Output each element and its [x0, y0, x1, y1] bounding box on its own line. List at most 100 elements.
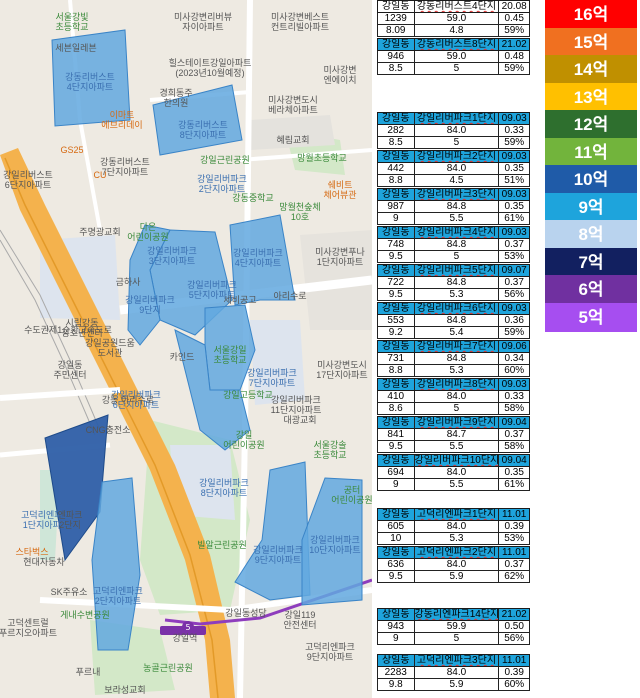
legend-item: 13억	[545, 82, 637, 112]
map-label: 강일리버파크 9단지아파트	[253, 545, 303, 565]
district-cell: 강일동	[378, 303, 415, 314]
apartment-table: 강일동 강동리버스트8단지 21.02 946 59.0 0.48 8.5 5 59%	[377, 38, 530, 75]
complex-name-cell: 강일리버파크3단지	[415, 189, 500, 200]
table-cell: 694	[378, 467, 415, 478]
district-cell: 강일동	[378, 227, 415, 238]
build-date-cell: 09.03	[501, 303, 527, 314]
apartment-table-header: 강일동 강일리버파크6단지 09.03	[377, 302, 530, 315]
district-cell: 강일동	[378, 189, 415, 200]
apartment-table-row: 9 5.5 61%	[377, 213, 530, 225]
build-date-cell: 09.03	[501, 227, 527, 238]
apartment-table-row: 410 84.0 0.33	[377, 391, 530, 403]
apartment-table-header: 상일동 강동리엔파크14단지 21.02	[377, 608, 530, 621]
map-label: 미사강변도시 베라체아파트	[268, 95, 318, 115]
table-cell: 59.0	[415, 51, 500, 62]
apartment-table-header: 강일동 강일리버파크3단지 09.03	[377, 188, 530, 201]
apartment-table-row: 8.8 5.3 60%	[377, 365, 530, 377]
table-cell: 84.0	[415, 559, 500, 570]
map-label: 고덕리엔파크 2단지아파트	[93, 586, 143, 606]
district-cell: 강일동	[378, 341, 415, 352]
map-label: 빌알근린공원	[197, 540, 247, 550]
apartment-table-row: 1239 59.0 0.45	[377, 13, 530, 25]
map-label: 다온 어린이공원	[127, 222, 169, 242]
build-date-cell: 09.04	[501, 455, 527, 466]
map-label: 강일 어린이공원	[223, 430, 265, 450]
apartment-table-header: 강일동 강일리버파크1단지 09.03	[377, 112, 530, 125]
table-cell: 987	[378, 201, 415, 212]
table-cell: 5.4	[415, 327, 500, 338]
map-label: 푸르내	[75, 667, 101, 677]
table-cell: 9.5	[378, 289, 415, 300]
table-cell: 8.6	[378, 403, 415, 414]
map-label: 강일리버파크 7단지아파트	[247, 368, 297, 388]
complex-name-cell: 고덕리엔파크2단지	[415, 547, 500, 558]
apartment-table-row: 605 84.0 0.39	[377, 521, 530, 533]
svg-text:5: 5	[185, 623, 190, 632]
apartment-table: 강일동 강일리버파크3단지 09.03 987 84.8 0.35 9 5.5 61%	[377, 188, 530, 225]
complex-name-cell: 강일리버파크10단지	[414, 455, 500, 466]
table-cell: 9	[378, 479, 415, 490]
table-cell: 442	[378, 163, 415, 174]
table-cell: 53%	[504, 251, 525, 262]
table-cell: 84.8	[415, 201, 500, 212]
table-cell: 58%	[504, 441, 525, 452]
map-label: 강일역	[172, 633, 198, 643]
map-label: 농골근린공원	[143, 663, 193, 673]
apartment-table: 강일동 강일리버파크8단지 09.03 410 84.0 0.33 8.6 5 58%	[377, 378, 530, 415]
table-cell: 84.8	[415, 277, 500, 288]
map-label: 강동리버스트 7단지아파트	[100, 157, 150, 177]
apartment-table-row: 8.5 5 59%	[377, 137, 530, 149]
table-cell: 59%	[504, 63, 525, 74]
complex-name-cell: 강일리버파크2단지	[415, 151, 500, 162]
apartment-table-row: 9.8 5.9 60%	[377, 679, 530, 691]
table-cell: 59%	[504, 137, 525, 148]
map-label: 미사강변도시 17단지아파트	[316, 360, 368, 380]
table-cell: 553	[378, 315, 415, 326]
map-label: 강일리버파크 2단지아파트	[197, 174, 247, 194]
apartment-table: 강일동 강일리버파크4단지 09.03 748 84.8 0.37 9.5 5 53%	[377, 226, 530, 263]
legend-item: 14억	[545, 55, 637, 84]
apartment-table-row: 9 5 56%	[377, 633, 530, 645]
build-date-cell: 11.01	[502, 655, 527, 666]
map-label: 이마트 에브리데이	[101, 110, 143, 130]
table-cell: 60%	[504, 365, 525, 376]
build-date-cell: 09.03	[501, 379, 527, 390]
table-cell: 10	[378, 533, 415, 544]
apartment-table: 상일동 강동리엔파크14단지 21.02 943 59.9 0.50 9 5 56%	[377, 608, 530, 645]
apartment-table: 강일동 강일리버파크7단지 09.06 731 84.8 0.34 8.8 5.3 60%	[377, 340, 530, 377]
table-cell: 1239	[378, 13, 415, 24]
complex-name-cell: 강일리버파크4단지	[415, 227, 500, 238]
table-cell: 59%	[504, 25, 525, 36]
apartment-table-header: 강일동 강일리버파크7단지 09.06	[377, 340, 530, 353]
map-area[interactable]: 5 서울강빛 초등학교 미사강변리버뷰 자이아파트 미사강변베스트 컨트리빌아파트 세븐일레…	[0, 0, 372, 698]
table-cell: 748	[378, 239, 415, 250]
table-cell: 9	[378, 633, 415, 644]
table-cell: 0.35	[504, 163, 524, 174]
map-label: 경희동주 한의원	[159, 88, 193, 108]
table-cell: 946	[378, 51, 415, 62]
apartment-table: 강일동 강일리버파크2단지 09.03 442 84.0 0.35 8.8 4.5 51%	[377, 150, 530, 187]
apartment-table-header: 강일동 강일리버파크9단지 09.04	[377, 416, 530, 429]
table-cell: 56%	[504, 289, 525, 300]
map-label: 강일리버파크 9단지	[125, 295, 175, 315]
table-cell: 5.3	[415, 533, 500, 544]
table-cell: 0.35	[504, 467, 524, 478]
complex-name-cell: 강동리엔파크14단지	[414, 609, 500, 620]
table-cell: 9.5	[378, 441, 415, 452]
complex-name-cell: 강동리버스트4단지	[415, 1, 500, 12]
apartment-table-row: 9.5 5.9 62%	[377, 571, 530, 583]
table-cell: 0.37	[504, 429, 524, 440]
legend-item: 5억	[545, 302, 637, 332]
table-cell: 59.9	[415, 621, 500, 632]
map-label: 스타벅스	[15, 547, 49, 557]
table-cell: 0.39	[504, 667, 524, 678]
apartment-table-header: 강일동 고덕리엔파크1단지 11.01	[377, 508, 530, 521]
table-cell: 4.5	[415, 175, 500, 186]
map-label: 강일공원드움 도서관	[85, 338, 135, 358]
apartment-table-row: 9.5 5 53%	[377, 251, 530, 263]
table-cell: 636	[378, 559, 415, 570]
map-label: 엔파크 2단지	[57, 510, 83, 530]
apartment-table-row: 553 84.8 0.36	[377, 315, 530, 327]
apartment-table-row: 694 84.0 0.35	[377, 467, 530, 479]
table-cell: 722	[378, 277, 415, 288]
